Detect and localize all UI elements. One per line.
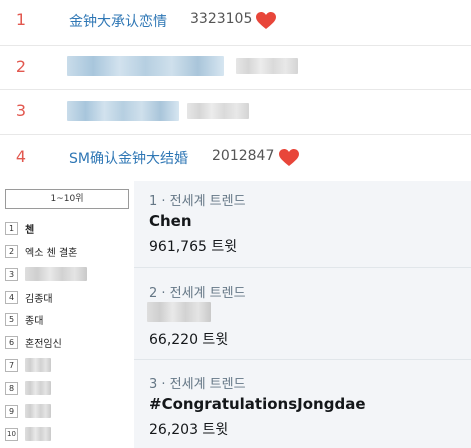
blurred-label	[25, 267, 87, 281]
list-item[interactable]: 5 종대	[5, 310, 130, 329]
rank-number: 1	[15, 10, 27, 29]
rank-number: 3	[15, 101, 27, 120]
hot-search-count: 2012847	[212, 148, 275, 164]
trend-label: 엑소 첸 결혼	[25, 248, 78, 259]
tweet-count: 961,765 트윗	[149, 239, 238, 255]
hot-search-row-2[interactable]: 2	[0, 44, 471, 90]
blurred-count	[236, 58, 298, 74]
rank-number: 2	[15, 57, 27, 76]
hot-search-title[interactable]: 金钟大承认恋情	[69, 11, 167, 31]
trend-label: 첸	[25, 225, 35, 236]
trend-meta: 3 · 전세계 트렌드	[149, 377, 246, 392]
worldwide-trend-2[interactable]: 2 · 전세계 트렌드 66,220 트윗	[134, 268, 471, 359]
list-item[interactable]: 2 엑소 첸 결혼	[5, 242, 130, 261]
rank-badge: 7	[5, 359, 18, 372]
rank-badge: 2	[5, 245, 18, 258]
blurred-title	[67, 101, 179, 121]
rank-badge: 4	[5, 291, 18, 304]
trend-label: 종대	[25, 316, 44, 327]
heart-icon	[256, 12, 276, 30]
list-item[interactable]: 4 김종대	[5, 288, 130, 307]
heart-icon	[279, 149, 299, 167]
blurred-title	[67, 56, 224, 76]
list-item[interactable]: 8	[5, 379, 130, 398]
list-item[interactable]: 9	[5, 402, 130, 421]
rank-badge: 6	[5, 336, 18, 349]
rank-badge: 1	[5, 222, 18, 235]
tweet-count: 66,220 트윗	[149, 332, 229, 348]
rank-badge: 9	[5, 405, 18, 418]
blurred-label	[25, 404, 51, 418]
trend-label: 김종대	[25, 294, 53, 305]
hot-search-title[interactable]: SM确认金钟大结婚	[69, 148, 188, 168]
list-item[interactable]: 1 첸	[5, 219, 130, 238]
trend-meta: 2 · 전세계 트렌드	[149, 286, 246, 301]
worldwide-trend-1[interactable]: 1 · 전세계 트렌드 Chen 961,765 트윗	[134, 181, 471, 267]
trends-panel: 1~10위 1 첸 2 엑소 첸 결혼 3 4 김종대 5 종대 6 혼전임신 …	[0, 181, 471, 448]
hot-search-row-1[interactable]: 1 金钟大承认恋情 3323105	[0, 0, 471, 46]
trend-label: 혼전임신	[25, 339, 62, 350]
blurred-trend-name	[147, 302, 211, 322]
korea-trending-list: 1~10위 1 첸 2 엑소 첸 결혼 3 4 김종대 5 종대 6 혼전임신 …	[0, 181, 134, 448]
rank-number: 4	[15, 147, 27, 166]
list-item[interactable]: 10	[5, 425, 130, 444]
trend-meta: 1 · 전세계 트렌드	[149, 194, 246, 209]
blurred-count	[187, 103, 249, 119]
rank-badge: 10	[5, 428, 18, 441]
hot-search-row-3[interactable]: 3	[0, 89, 471, 135]
list-item[interactable]: 6 혼전임신	[5, 333, 130, 352]
list-item[interactable]: 7	[5, 356, 130, 375]
trend-name[interactable]: Chen	[149, 212, 192, 230]
range-tab[interactable]: 1~10위	[5, 189, 129, 209]
trend-name[interactable]: #CongratulationsJongdae	[149, 395, 366, 413]
hot-search-count: 3323105	[190, 11, 253, 27]
blurred-label	[25, 358, 51, 372]
hot-search-row-4[interactable]: 4 SM确认金钟大结婚 2012847	[0, 134, 471, 180]
blurred-label	[25, 427, 51, 441]
rank-badge: 5	[5, 313, 18, 326]
list-item[interactable]: 3	[5, 265, 130, 284]
rank-badge: 3	[5, 268, 18, 281]
rank-badge: 8	[5, 382, 18, 395]
blurred-label	[25, 381, 51, 395]
worldwide-trend-3[interactable]: 3 · 전세계 트렌드 #CongratulationsJongdae 26,2…	[134, 360, 471, 448]
tweet-count: 26,203 트윗	[149, 422, 229, 438]
